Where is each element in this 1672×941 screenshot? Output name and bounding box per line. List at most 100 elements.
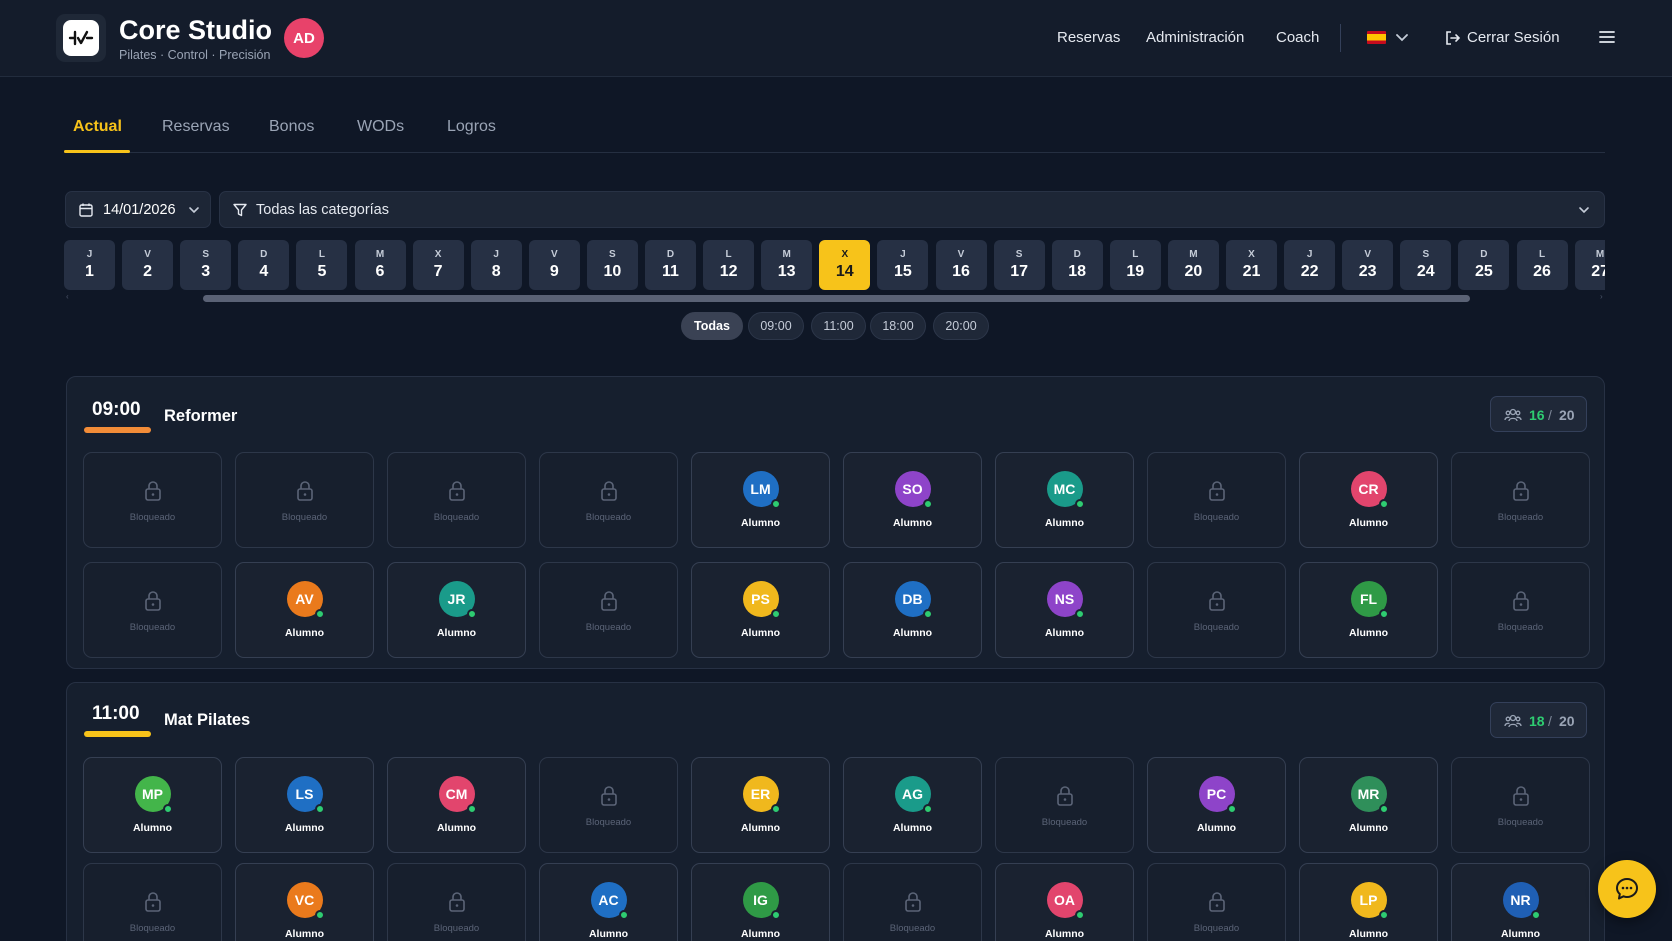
day-button[interactable]: L5 [296, 240, 348, 290]
nav-coach[interactable]: Coach [1276, 29, 1319, 46]
scroll-left-icon[interactable]: ‹ [66, 292, 69, 301]
chat-button[interactable] [1598, 860, 1656, 918]
student-slot[interactable]: VC Alumno [235, 863, 374, 941]
student-slot[interactable]: JR Alumno [387, 562, 526, 658]
student-slot[interactable]: NR Alumno [1451, 863, 1590, 941]
day-button[interactable]: L 19 [1109, 240, 1161, 290]
student-slot[interactable]: MP Alumno [83, 757, 222, 853]
student-slot[interactable]: AC Alumno [539, 863, 678, 941]
locked-slot[interactable]: Bloqueado [83, 562, 222, 658]
time-filter-chip[interactable]: 18:00 [870, 312, 926, 340]
chevron-down-icon[interactable] [1393, 28, 1411, 46]
day-button[interactable]: X7 [412, 240, 464, 290]
locked-slot[interactable]: Bloqueado [539, 562, 678, 658]
day-button[interactable]: D 11 [645, 240, 696, 290]
locked-slot[interactable]: Bloqueado [539, 452, 678, 548]
locked-slot[interactable]: Bloqueado [1147, 562, 1286, 658]
locked-slot[interactable]: Bloqueado [1451, 562, 1590, 658]
day-button[interactable]: V2 [122, 240, 174, 290]
locked-slot[interactable]: Bloqueado [1147, 863, 1286, 941]
day-button[interactable]: S 24 [1400, 240, 1452, 290]
student-slot[interactable]: ER Alumno [691, 757, 830, 853]
locked-slot[interactable]: Bloqueado [83, 452, 222, 548]
scroll-right-icon[interactable]: › [1600, 292, 1603, 301]
locked-slot[interactable]: Bloqueado [1147, 452, 1286, 548]
day-button[interactable]: V 16 [935, 240, 987, 290]
day-button[interactable]: M 20 [1167, 240, 1219, 290]
nav-administracion[interactable]: Administración [1146, 29, 1244, 46]
student-slot[interactable]: PC Alumno [1147, 757, 1286, 853]
tab-wods[interactable]: WODs [357, 118, 404, 136]
day-button[interactable]: V 23 [1342, 240, 1394, 290]
day-button[interactable]: M 13 [761, 240, 813, 290]
logo[interactable] [56, 14, 106, 62]
student-slot[interactable]: MC Alumno [995, 452, 1134, 548]
student-slot[interactable]: FL Alumno [1299, 562, 1438, 658]
student-slot[interactable]: LP Alumno [1299, 863, 1438, 941]
student-slot[interactable]: LM Alumno [691, 452, 830, 548]
day-button[interactable]: J8 [470, 240, 522, 290]
nav-reservas[interactable]: Reservas [1057, 29, 1120, 46]
student-slot[interactable]: AV Alumno [235, 562, 374, 658]
student-slot[interactable]: IG Alumno [691, 863, 830, 941]
day-button[interactable]: M6 [354, 240, 406, 290]
locked-slot[interactable]: Bloqueado [387, 452, 526, 548]
day-button[interactable]: D4 [238, 240, 290, 290]
day-strip-scrollbar[interactable] [203, 295, 1470, 302]
logout-icon[interactable] [1444, 29, 1462, 47]
day-button[interactable]: X 21 [1226, 240, 1277, 290]
day-button[interactable]: M 27 [1574, 240, 1605, 290]
hamburger-menu-icon[interactable] [1598, 28, 1616, 46]
student-slot[interactable]: DB Alumno [843, 562, 982, 658]
student-slot[interactable]: CM Alumno [387, 757, 526, 853]
day-button[interactable]: J 22 [1284, 240, 1336, 290]
student-slot[interactable]: CR Alumno [1299, 452, 1438, 548]
day-number: 3 [201, 263, 211, 280]
day-button[interactable]: X 14 [819, 240, 871, 290]
day-button[interactable]: L 12 [703, 240, 755, 290]
day-button[interactable]: J1 [64, 240, 115, 290]
student-slot[interactable]: SO Alumno [843, 452, 982, 548]
day-button[interactable]: S3 [180, 240, 232, 290]
student-slot[interactable]: AG Alumno [843, 757, 982, 853]
time-filter-chip[interactable]: 09:00 [748, 312, 804, 340]
locked-slot[interactable]: Bloqueado [843, 863, 982, 941]
logout-button[interactable]: Cerrar Sesión [1467, 29, 1560, 46]
day-button[interactable]: D 25 [1458, 240, 1510, 290]
day-button[interactable]: L 26 [1516, 240, 1568, 290]
day-strip[interactable]: J 1 V 2 S 3 D 4 L 5 M 6 X 7 J 8 V 9 S 10 D 11 L 12 M 13 X 14 J 15 V 16 S… [64, 240, 1605, 290]
locked-slot[interactable]: Bloqueado [1451, 452, 1590, 548]
locked-slot[interactable]: Bloqueado [539, 757, 678, 853]
user-avatar[interactable]: AD [284, 18, 324, 58]
locked-slot[interactable]: Bloqueado [387, 863, 526, 941]
spain-flag-icon[interactable] [1367, 31, 1386, 44]
time-filter-chip[interactable]: Todas [681, 312, 743, 340]
student-slot[interactable]: MR Alumno [1299, 757, 1438, 853]
tab-reservas[interactable]: Reservas [162, 118, 230, 136]
student-slot[interactable]: NS Alumno [995, 562, 1134, 658]
locked-slot[interactable]: Bloqueado [83, 863, 222, 941]
category-select[interactable]: Todas las categorías [219, 191, 1605, 228]
day-button[interactable]: S 17 [993, 240, 1045, 290]
tab-actual[interactable]: Actual [73, 118, 122, 136]
date-picker[interactable]: 14/01/2026 [65, 191, 211, 228]
tab-bonos[interactable]: Bonos [269, 118, 314, 136]
locked-slot[interactable]: Bloqueado [235, 452, 374, 548]
brand-title: Core Studio [119, 15, 272, 45]
time-filter-chip[interactable]: 20:00 [933, 312, 989, 340]
day-button[interactable]: V9 [528, 240, 580, 290]
chevron-down-icon [1579, 207, 1589, 214]
student-slot[interactable]: OA Alumno [995, 863, 1134, 941]
tab-logros[interactable]: Logros [447, 118, 496, 136]
session-accent-bar [84, 731, 151, 737]
student-slot[interactable]: PS Alumno [691, 562, 830, 658]
locked-slot[interactable]: Bloqueado [1451, 757, 1590, 853]
slot-locked-label: Bloqueado [129, 923, 176, 934]
time-filter-chip[interactable]: 11:00 [811, 312, 866, 340]
student-slot[interactable]: LS Alumno [235, 757, 374, 853]
day-button[interactable]: S 10 [586, 240, 638, 290]
day-button[interactable]: D 18 [1051, 240, 1103, 290]
day-button[interactable]: J 15 [877, 240, 929, 290]
slot-locked-label: Bloqueado [433, 512, 480, 523]
locked-slot[interactable]: Bloqueado [995, 757, 1134, 853]
